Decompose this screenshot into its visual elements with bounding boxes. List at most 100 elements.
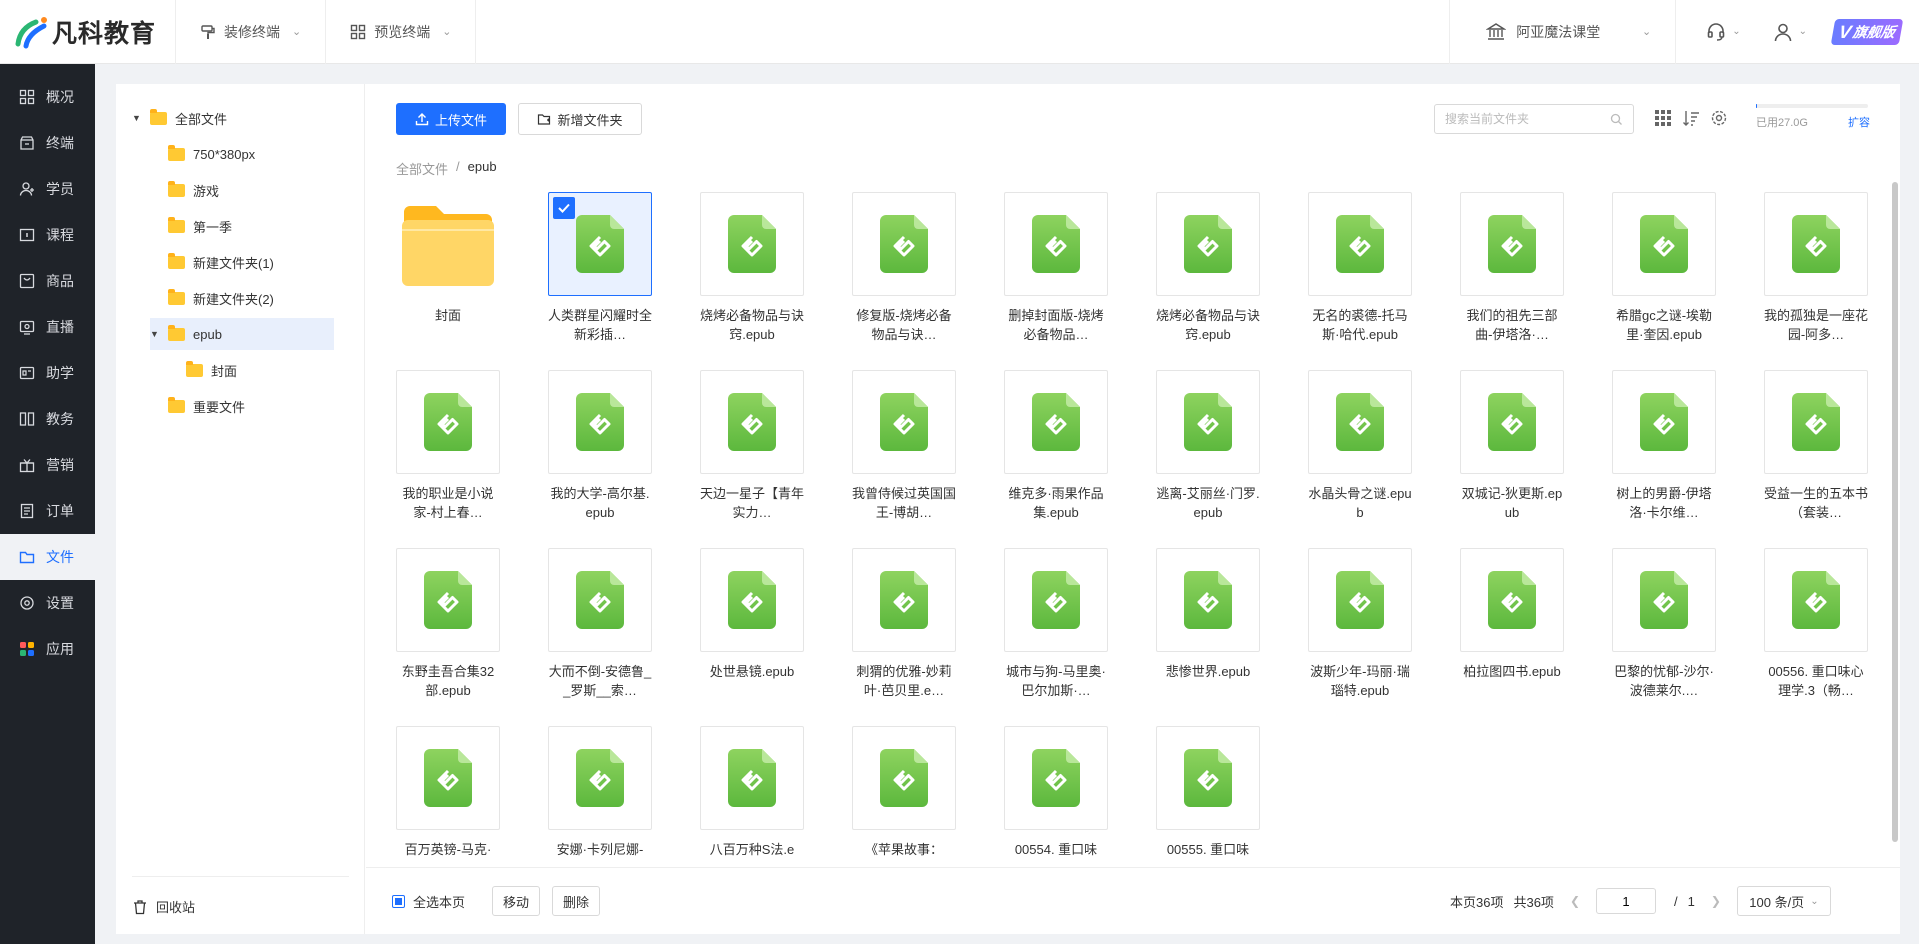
upload-file-button[interactable]: 上传文件 bbox=[396, 103, 506, 135]
file-item[interactable]: 双城记-狄更斯.epub bbox=[1460, 370, 1564, 522]
file-item[interactable]: 悲惨世界.epub bbox=[1156, 548, 1260, 700]
file-item[interactable]: 逃离-艾丽丝·门罗.epub bbox=[1156, 370, 1260, 522]
logo[interactable]: 凡科教育 bbox=[0, 0, 176, 64]
file-thumbnail[interactable] bbox=[1764, 192, 1868, 296]
expand-storage-link[interactable]: 扩容 bbox=[1848, 114, 1870, 130]
flagship-badge[interactable]: V 旗舰版 bbox=[1830, 18, 1904, 45]
file-thumbnail[interactable] bbox=[1612, 370, 1716, 474]
preview-terminal-menu[interactable]: 预览终端 ⌄ bbox=[326, 0, 477, 64]
file-thumbnail[interactable] bbox=[1612, 192, 1716, 296]
file-thumbnail[interactable] bbox=[1308, 192, 1412, 296]
file-thumbnail[interactable] bbox=[700, 370, 804, 474]
org-switcher[interactable]: 阿亚魔法课堂 ⌄ bbox=[1449, 0, 1677, 64]
search-icon[interactable] bbox=[1610, 113, 1623, 126]
sidebar-item-students[interactable]: 学员 bbox=[0, 166, 95, 212]
search-box[interactable] bbox=[1434, 104, 1634, 134]
page-size-select[interactable]: 100 条/页 ⌄ bbox=[1736, 886, 1831, 916]
file-item[interactable]: 《苹果故事： bbox=[852, 726, 956, 862]
sidebar-item-files[interactable]: 文件 bbox=[0, 534, 95, 580]
file-item[interactable]: 维克多·雨果作品集.epub bbox=[1004, 370, 1108, 522]
sidebar-item-marketing[interactable]: 营销 bbox=[0, 442, 95, 488]
file-thumbnail[interactable] bbox=[700, 192, 804, 296]
file-item[interactable]: 我们的祖先三部曲-伊塔洛·… bbox=[1460, 192, 1564, 344]
file-thumbnail[interactable] bbox=[852, 192, 956, 296]
file-item[interactable]: 我的大学-高尔基.epub bbox=[548, 370, 652, 522]
file-item[interactable]: 我曾侍候过英国国王-博胡… bbox=[852, 370, 956, 522]
checkbox-checked-icon[interactable] bbox=[553, 197, 575, 219]
file-thumbnail[interactable] bbox=[700, 548, 804, 652]
new-folder-button[interactable]: 新增文件夹 bbox=[518, 103, 642, 135]
file-item[interactable]: 处世悬镜.epub bbox=[700, 548, 804, 700]
grid-view-icon[interactable] bbox=[1654, 109, 1672, 127]
file-item[interactable]: 无名的裘德-托马斯·哈代.epub bbox=[1308, 192, 1412, 344]
sort-icon[interactable] bbox=[1682, 109, 1700, 127]
file-item[interactable]: 巴黎的忧郁-沙尔·波德莱尔.… bbox=[1612, 548, 1716, 700]
file-thumbnail[interactable] bbox=[1460, 548, 1564, 652]
file-thumbnail[interactable] bbox=[1764, 370, 1868, 474]
move-button[interactable]: 移动 bbox=[492, 886, 540, 916]
sidebar-item-course[interactable]: 课程 bbox=[0, 212, 95, 258]
file-item[interactable]: 00555. 重口味 bbox=[1156, 726, 1260, 862]
breadcrumb-root[interactable]: 全部文件 bbox=[396, 159, 448, 178]
prev-page-icon[interactable]: ❮ bbox=[1564, 894, 1586, 908]
sidebar-item-settings[interactable]: 设置 bbox=[0, 580, 95, 626]
file-item[interactable]: 东野圭吾合集32部.epub bbox=[396, 548, 500, 700]
tree-item[interactable]: 新建文件夹(1) bbox=[168, 246, 274, 278]
file-item[interactable]: 百万英镑-马克· bbox=[396, 726, 500, 862]
file-thumbnail[interactable] bbox=[396, 726, 500, 830]
file-thumbnail[interactable] bbox=[1308, 548, 1412, 652]
file-item[interactable]: 我的职业是小说家-村上春… bbox=[396, 370, 500, 522]
sidebar-item-overview[interactable]: 概况 bbox=[0, 74, 95, 120]
sidebar-item-product[interactable]: 商品 bbox=[0, 258, 95, 304]
file-thumbnail[interactable] bbox=[1004, 192, 1108, 296]
page-number-input[interactable] bbox=[1596, 888, 1656, 914]
recycle-bin[interactable]: 回收站 bbox=[132, 876, 349, 916]
file-thumbnail[interactable] bbox=[852, 370, 956, 474]
sidebar-item-terminal[interactable]: 终端 bbox=[0, 120, 95, 166]
file-item[interactable]: 刺猬的优雅-妙莉叶·芭贝里.e… bbox=[852, 548, 956, 700]
file-thumbnail[interactable] bbox=[1460, 192, 1564, 296]
file-item[interactable]: 安娜·卡列尼娜- bbox=[548, 726, 652, 862]
folder-item[interactable]: 封面 bbox=[396, 192, 500, 344]
file-thumbnail[interactable] bbox=[1460, 370, 1564, 474]
sidebar-item-assist[interactable]: 助学 bbox=[0, 350, 95, 396]
file-thumbnail[interactable] bbox=[1156, 726, 1260, 830]
file-item[interactable]: 柏拉图四书.epub bbox=[1460, 548, 1564, 700]
tree-item[interactable]: 第一季 bbox=[168, 210, 232, 242]
file-item[interactable]: 波斯少年-玛丽·瑞瑙特.epub bbox=[1308, 548, 1412, 700]
tree-item[interactable]: 重要文件 bbox=[168, 390, 245, 422]
tree-item-root[interactable]: ▼ 全部文件 bbox=[132, 102, 227, 134]
file-item[interactable]: 人类群星闪耀时全新彩插… bbox=[548, 192, 652, 344]
file-item[interactable]: 树上的男爵-伊塔洛·卡尔维… bbox=[1612, 370, 1716, 522]
decorate-terminal-menu[interactable]: 装修终端 ⌄ bbox=[176, 0, 327, 64]
support-menu[interactable]: ⌄ bbox=[1676, 0, 1756, 64]
file-thumbnail[interactable] bbox=[396, 548, 500, 652]
tree-item[interactable]: 封面 bbox=[186, 354, 237, 386]
file-item[interactable]: 天边一星子【青年实力… bbox=[700, 370, 804, 522]
tree-item[interactable]: 新建文件夹(2) bbox=[168, 282, 274, 314]
file-item[interactable]: 希腊gc之谜-埃勒里·奎因.epub bbox=[1612, 192, 1716, 344]
next-page-icon[interactable]: ❯ bbox=[1705, 894, 1727, 908]
file-item[interactable]: 烧烤必备物品与诀窍.epub bbox=[1156, 192, 1260, 344]
file-item[interactable]: 删掉封面版-烧烤必备物品… bbox=[1004, 192, 1108, 344]
file-thumbnail[interactable] bbox=[1004, 548, 1108, 652]
tree-item[interactable]: 游戏 bbox=[168, 174, 219, 206]
delete-button[interactable]: 删除 bbox=[552, 886, 600, 916]
file-thumbnail[interactable] bbox=[852, 726, 956, 830]
file-item[interactable]: 大而不倒-安德鲁__罗斯__索… bbox=[548, 548, 652, 700]
file-thumbnail[interactable] bbox=[396, 370, 500, 474]
file-item[interactable]: 受益一生的五本书（套装… bbox=[1764, 370, 1868, 522]
file-thumbnail[interactable] bbox=[1764, 548, 1868, 652]
select-all-checkbox[interactable]: 全选本页 bbox=[392, 892, 465, 911]
sidebar-item-order[interactable]: 订单 bbox=[0, 488, 95, 534]
settings-gear-icon[interactable] bbox=[1710, 109, 1728, 127]
file-thumbnail[interactable] bbox=[548, 726, 652, 830]
file-thumbnail[interactable] bbox=[548, 548, 652, 652]
tree-item[interactable]: 750*380px bbox=[168, 138, 255, 170]
search-input[interactable] bbox=[1445, 112, 1610, 126]
user-menu[interactable]: ⌄ bbox=[1757, 0, 1823, 64]
file-item[interactable]: 我的孤独是一座花园-阿多… bbox=[1764, 192, 1868, 344]
sidebar-item-academic[interactable]: 教务 bbox=[0, 396, 95, 442]
file-item[interactable]: 修复版-烧烤必备物品与诀… bbox=[852, 192, 956, 344]
file-item[interactable]: 00554. 重口味 bbox=[1004, 726, 1108, 862]
